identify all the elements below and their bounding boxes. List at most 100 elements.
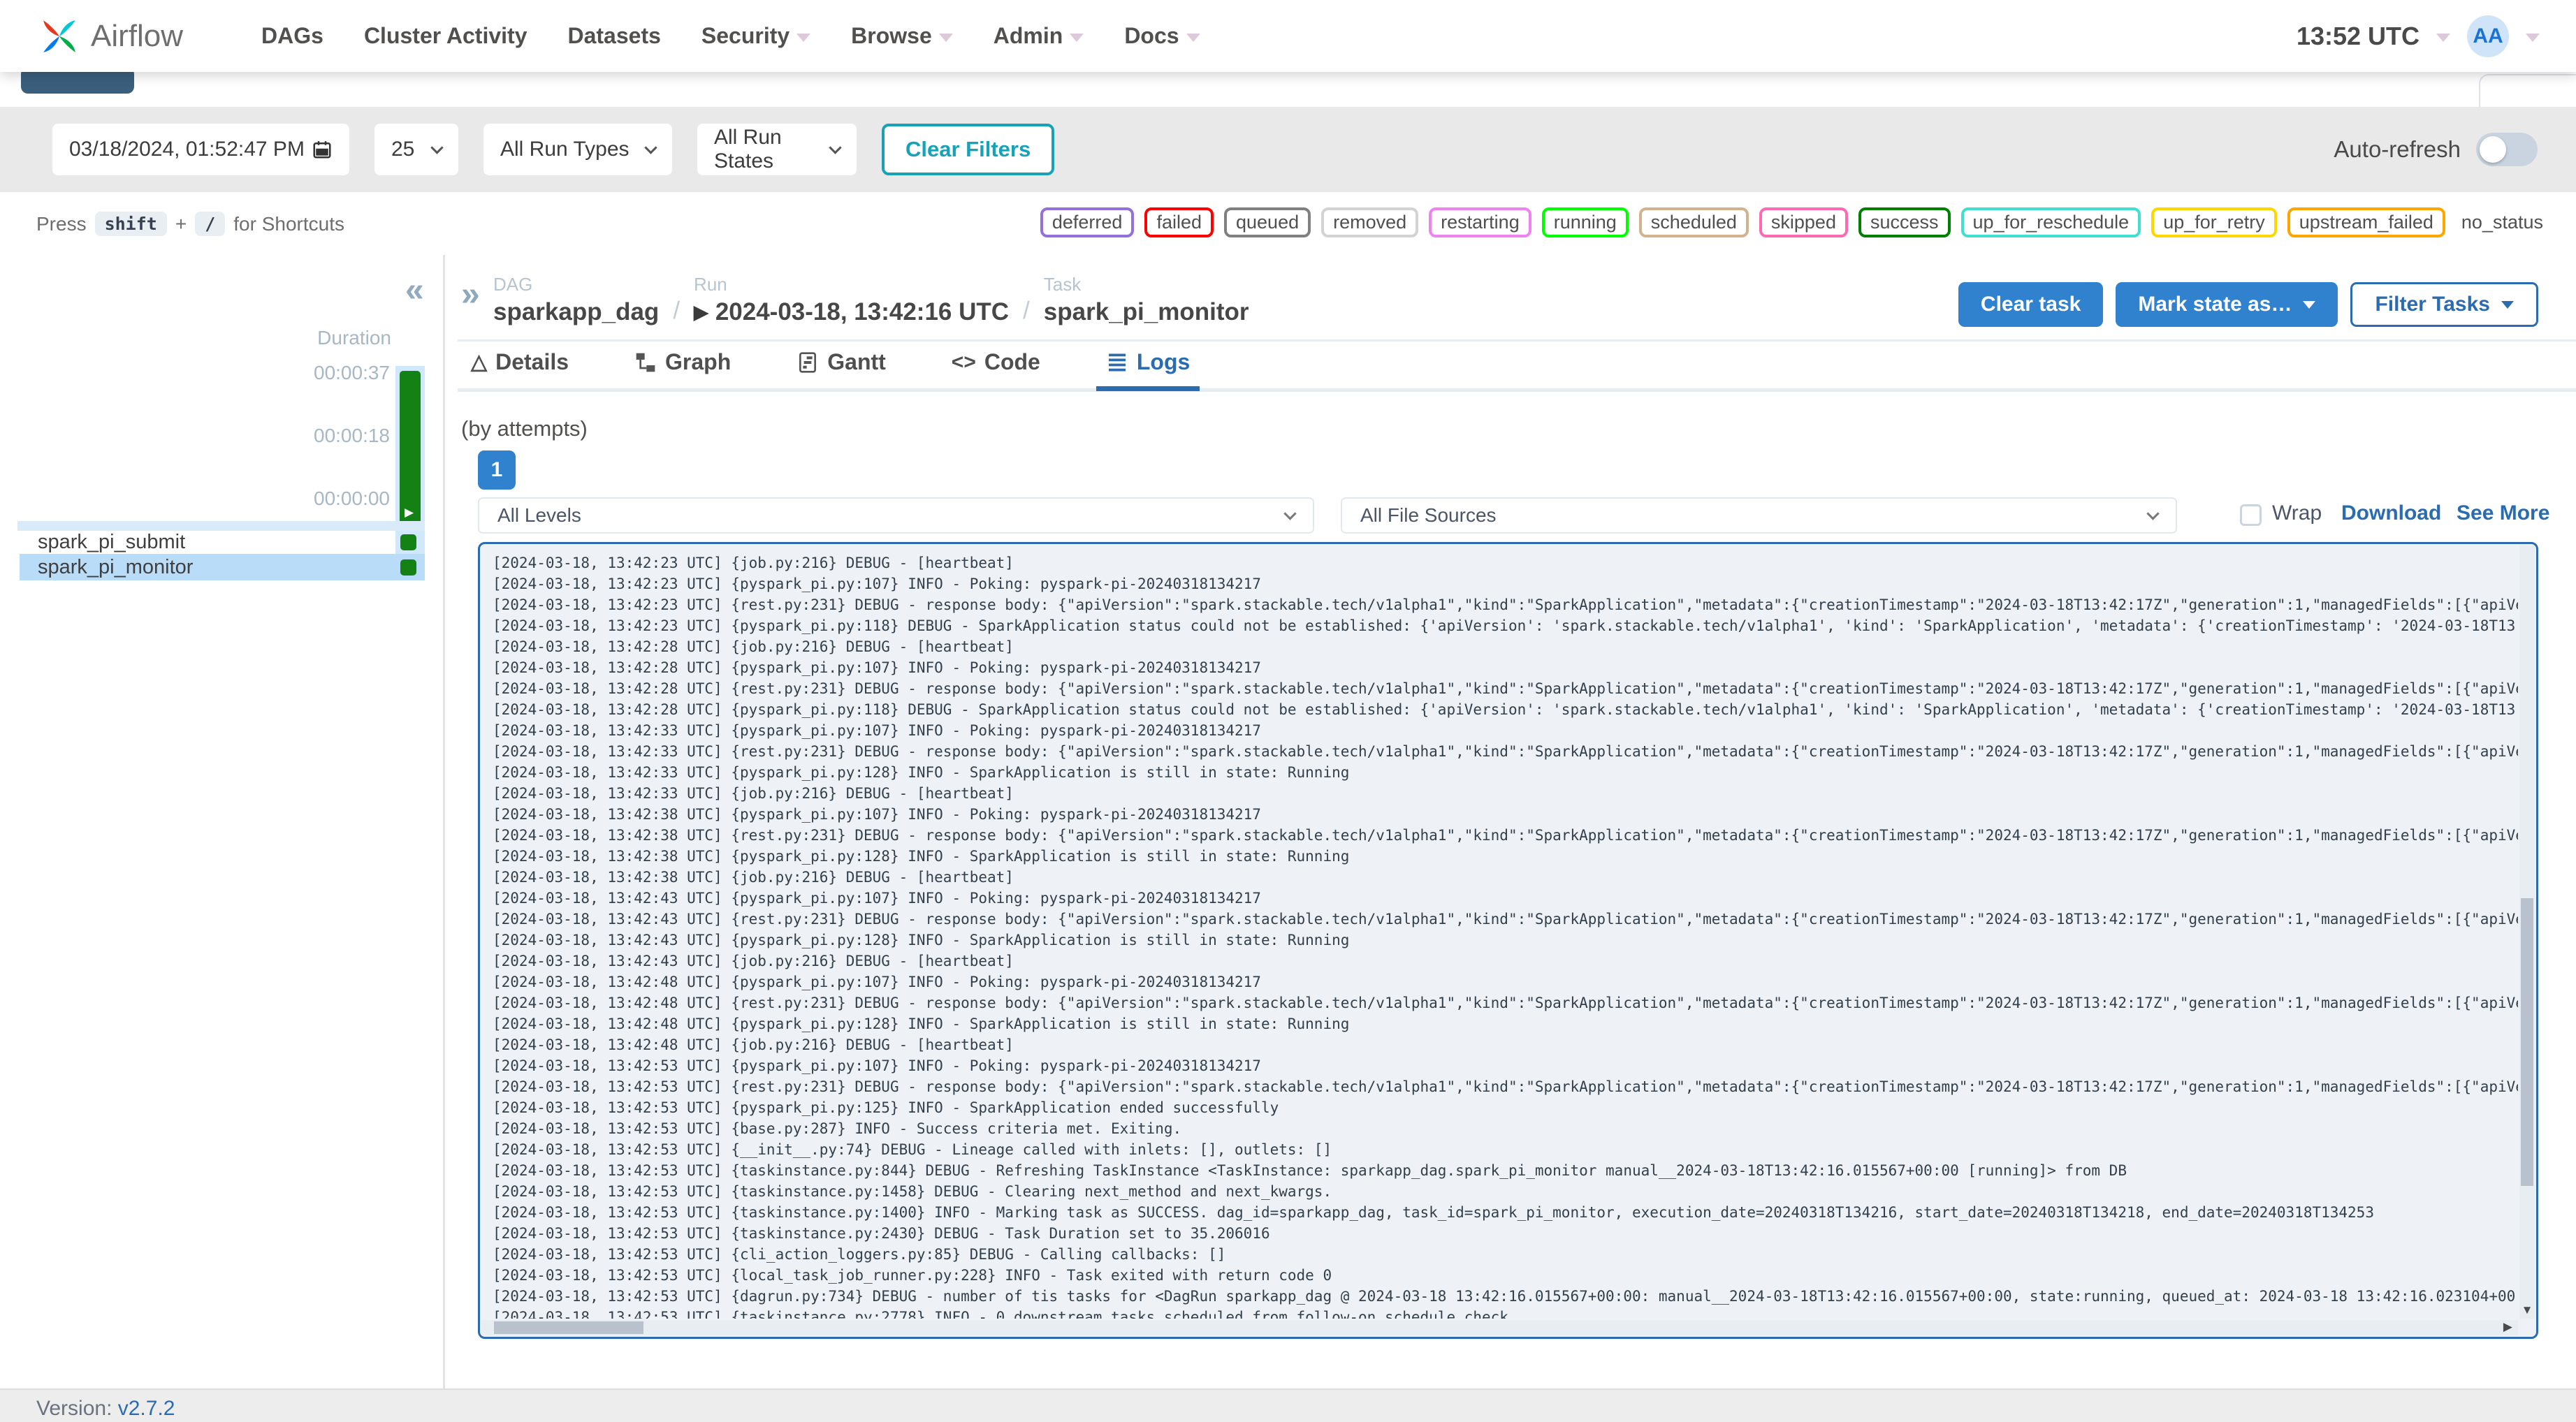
utc-clock[interactable]: 13:52 UTC: [2297, 22, 2419, 51]
log-line: [2024-03-18, 13:42:43 UTC] {pyspark_pi.p…: [493, 932, 1350, 948]
graph-icon: [634, 351, 657, 374]
chevron-down-icon[interactable]: [2526, 33, 2540, 42]
nav-item[interactable]: Docs: [1124, 23, 1200, 49]
status-badge[interactable]: up_for_reschedule: [1960, 207, 2141, 237]
duration-axis-tick: 00:00:37: [314, 362, 390, 383]
tab-details-label: Details: [495, 349, 569, 374]
filter-bar: 03/18/2024, 01:52:47 PM 25 All Run Types…: [0, 107, 2576, 192]
brand-wordmark: Airflow: [91, 18, 184, 53]
duration-axis-label: Duration: [317, 327, 391, 349]
version-label: Version:: [36, 1397, 112, 1420]
task-instance-success-icon[interactable]: [400, 534, 416, 550]
task-name[interactable]: spark_pi_submit: [20, 531, 185, 554]
log-line: [2024-03-18, 13:42:28 UTC] {pyspark_pi.p…: [493, 659, 1261, 676]
download-link[interactable]: Download: [2341, 501, 2441, 525]
run-types-select[interactable]: All Run Types: [483, 124, 672, 175]
version-link[interactable]: v2.7.2: [118, 1397, 175, 1420]
run-states-select[interactable]: All Run States: [697, 124, 857, 175]
gantt-icon: [796, 351, 819, 374]
status-badge[interactable]: scheduled: [1638, 207, 1749, 237]
chevron-down-icon: [1186, 33, 1200, 42]
status-badge[interactable]: running: [1541, 207, 1629, 237]
status-badge[interactable]: upstream_failed: [2287, 207, 2445, 237]
airflow-grid-page: Airflow DAGs Cluster Activity Datasets S…: [0, 0, 2576, 1422]
horizontal-scrollbar-thumb[interactable]: [494, 1321, 643, 1334]
detail-tabs: △ Details Graph Gantt <> Code Logs: [461, 349, 1200, 391]
plus-text: +: [175, 212, 187, 235]
duration-axis: 00:00:37 00:00:18 00:00:00: [231, 362, 390, 510]
mark-state-button[interactable]: Mark state as…: [2116, 282, 2338, 327]
log-levels-select[interactable]: All Levels: [478, 497, 1314, 534]
log-line: [2024-03-18, 13:42:53 UTC] {local_task_j…: [493, 1267, 1332, 1284]
scroll-down-icon[interactable]: ▼: [2519, 1303, 2535, 1317]
breadcrumb-dag: DAG sparkapp_dag: [493, 274, 659, 326]
log-line: [2024-03-18, 13:42:53 UTC] {base.py:287}…: [493, 1120, 1182, 1137]
chevron-down-icon[interactable]: [2436, 33, 2450, 42]
run-date-value: 03/18/2024, 01:52:47 PM: [69, 138, 305, 161]
log-line: [2024-03-18, 13:42:53 UTC] {taskinstance…: [493, 1162, 2127, 1179]
see-more-link[interactable]: See More: [2457, 501, 2549, 525]
log-line: [2024-03-18, 13:42:38 UTC] {job.py:216} …: [493, 869, 1014, 886]
task-id-link[interactable]: spark_pi_monitor: [1044, 298, 1249, 326]
log-vertical-scrollbar[interactable]: ▼: [2519, 545, 2535, 1319]
dag-label: DAG: [493, 274, 533, 295]
toggle-knob: [2480, 136, 2506, 163]
chevron-down-icon: [430, 140, 444, 154]
nav-item[interactable]: Admin: [994, 23, 1084, 49]
dag-id-link[interactable]: sparkapp_dag: [493, 298, 659, 326]
page-size-select[interactable]: 25: [374, 124, 458, 175]
breadcrumb-chevrons-icon[interactable]: »: [461, 278, 480, 311]
calendar-icon[interactable]: [312, 139, 333, 160]
status-badge[interactable]: up_for_retry: [2151, 207, 2277, 237]
status-badge[interactable]: queued: [1224, 207, 1311, 237]
log-horizontal-scrollbar[interactable]: ▶: [481, 1320, 2518, 1335]
tab-code[interactable]: <> Code: [942, 349, 1050, 388]
status-badge[interactable]: success: [1858, 207, 1951, 237]
wrap-checkbox[interactable]: [2240, 504, 2262, 526]
tab-graph[interactable]: Graph: [625, 349, 741, 388]
vertical-scrollbar-thumb[interactable]: [2521, 898, 2533, 1186]
chevron-down-icon: [829, 140, 842, 154]
task-row[interactable]: spark_pi_submit: [20, 531, 425, 554]
status-badge[interactable]: skipped: [1759, 207, 1848, 237]
log-line: [2024-03-18, 13:42:53 UTC] {taskinstance…: [493, 1309, 1508, 1319]
nav-item[interactable]: Datasets: [567, 23, 660, 49]
dag-run-duration-bar[interactable]: ▶: [400, 371, 421, 524]
tab-gantt[interactable]: Gantt: [787, 349, 896, 388]
nav-item[interactable]: Security: [701, 23, 811, 49]
log-line: [2024-03-18, 13:42:43 UTC] {job.py:216} …: [493, 953, 1014, 969]
run-date-input[interactable]: 03/18/2024, 01:52:47 PM: [52, 124, 349, 175]
nav-item[interactable]: DAGs: [261, 23, 323, 49]
status-badge[interactable]: deferred: [1040, 207, 1135, 237]
clear-filters-button[interactable]: Clear Filters: [882, 124, 1055, 175]
task-instance-success-icon[interactable]: [400, 559, 416, 576]
clear-task-button[interactable]: Clear task: [1958, 282, 2104, 327]
status-badge[interactable]: restarting: [1429, 207, 1531, 237]
chevron-down-icon: [796, 33, 811, 42]
status-badge[interactable]: removed: [1321, 207, 1419, 237]
auto-refresh-toggle[interactable]: [2476, 133, 2538, 166]
tab-gantt-label: Gantt: [827, 349, 886, 374]
collapse-panel-icon[interactable]: «: [405, 274, 424, 307]
task-row[interactable]: spark_pi_monitor: [20, 554, 425, 580]
filter-tasks-button[interactable]: Filter Tasks: [2350, 282, 2538, 327]
tab-logs[interactable]: Logs: [1096, 349, 1200, 391]
shortcuts-hint: Press shift + / for Shortcuts: [36, 212, 344, 236]
nav-item[interactable]: Browse: [851, 23, 953, 49]
slash-key-badge: /: [195, 212, 226, 236]
duration-axis-tick: 00:00:18: [314, 425, 390, 446]
run-id-link[interactable]: ▶ 2024-03-18, 13:42:16 UTC: [694, 298, 1009, 326]
log-line: [2024-03-18, 13:42:53 UTC] {pyspark_pi.p…: [493, 1057, 1261, 1074]
log-line: [2024-03-18, 13:42:28 UTC] {job.py:216} …: [493, 638, 1014, 655]
file-sources-select[interactable]: All File Sources: [1341, 497, 2177, 534]
status-badge[interactable]: failed: [1144, 207, 1214, 237]
attempt-1-button[interactable]: 1: [478, 450, 516, 490]
airflow-logo-icon[interactable]: [36, 13, 82, 59]
nav-item[interactable]: Cluster Activity: [364, 23, 527, 49]
chevron-down-icon: [2501, 300, 2514, 309]
tab-details[interactable]: △ Details: [461, 349, 578, 388]
scroll-right-icon[interactable]: ▶: [2503, 1320, 2512, 1334]
avatar[interactable]: AA: [2467, 15, 2509, 57]
task-name[interactable]: spark_pi_monitor: [20, 556, 193, 579]
grid-header-band: [17, 521, 425, 531]
